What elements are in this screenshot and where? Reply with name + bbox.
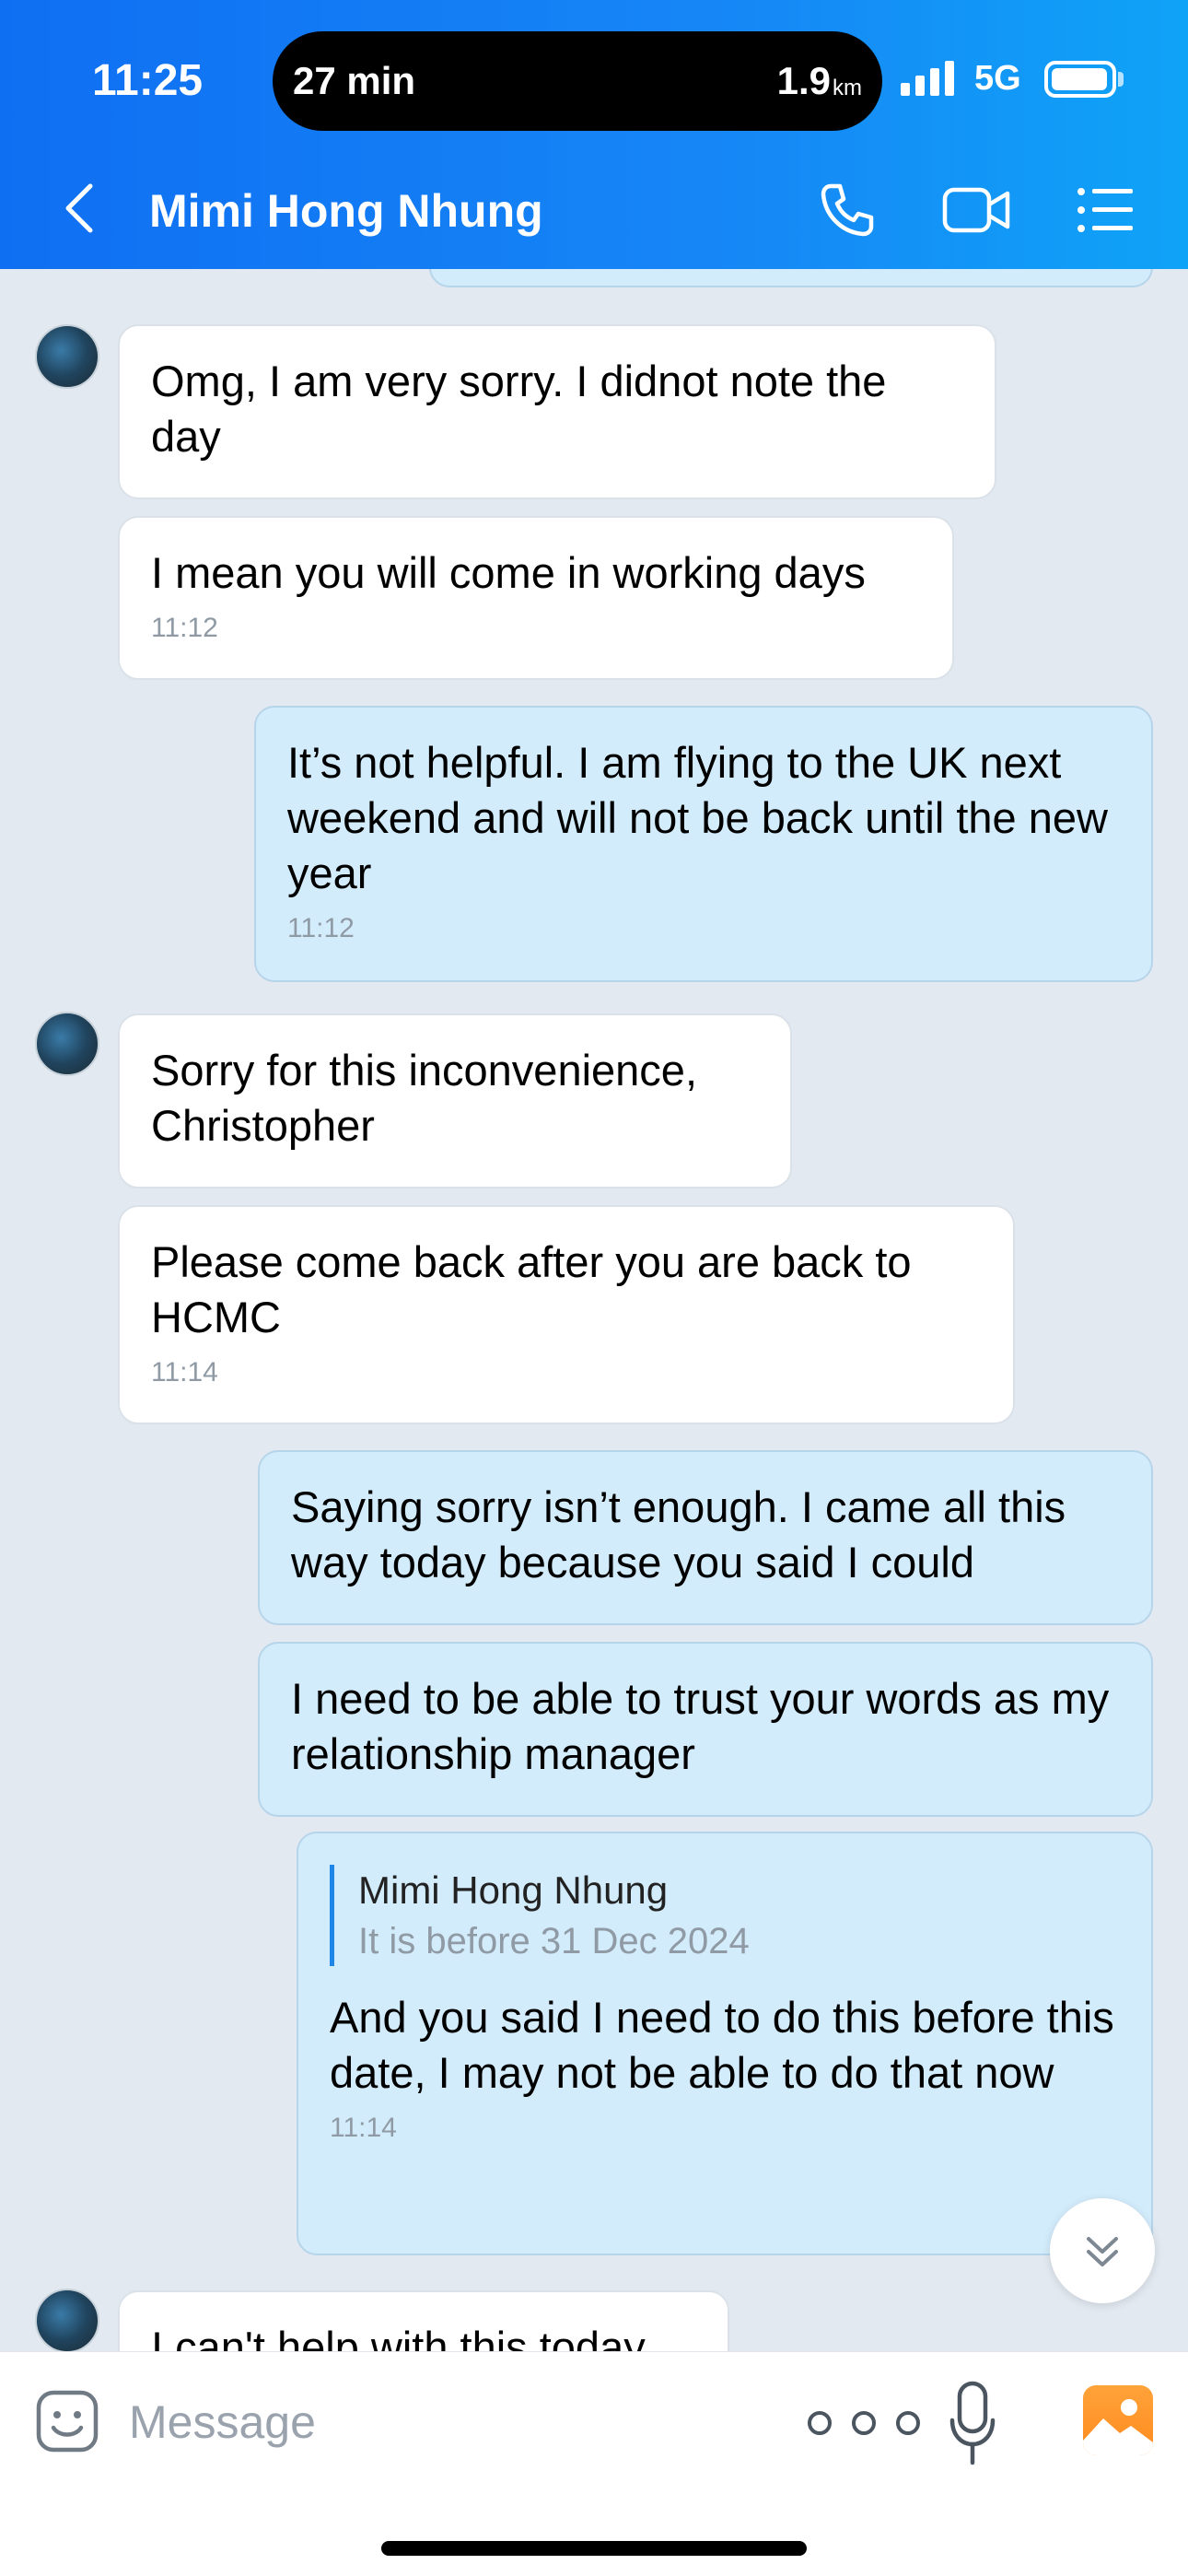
call-icon[interactable]: [818, 181, 877, 240]
message-text: Omg, I am very sorry. I didnot note the …: [151, 357, 887, 461]
quoted-message[interactable]: Mimi Hong Nhung It is before 31 Dec 2024: [330, 1865, 1120, 1966]
message-text: Sorry for this inconvenience, Christophe…: [151, 1046, 698, 1150]
quote-text: It is before 31 Dec 2024: [358, 1921, 750, 1961]
message-input[interactable]: [129, 2393, 681, 2452]
header: 11:25 27 min 1.9 km 5G Mimi Hong Nhung: [0, 0, 1188, 269]
double-chevron-down-icon: [1087, 2237, 1118, 2266]
incoming-message: I mean you will come in working days 11:…: [118, 516, 954, 680]
battery-icon: [1044, 61, 1116, 98]
sticker-icon[interactable]: [35, 2389, 99, 2453]
message-text: I need to be able to trust your words as…: [291, 1674, 1110, 1778]
more-options-icon[interactable]: [803, 2409, 925, 2437]
back-icon[interactable]: [57, 181, 103, 236]
dynamic-island: 27 min 1.9 km: [273, 31, 882, 131]
message-text: I mean you will come in working days: [151, 548, 866, 597]
island-distance: 1.9: [776, 59, 831, 102]
scroll-to-bottom-button[interactable]: [1050, 2198, 1155, 2303]
video-call-icon[interactable]: [941, 182, 1011, 238]
signal-icon: [901, 61, 954, 96]
quote-author: Mimi Hong Nhung: [358, 1868, 669, 1912]
network-type: 5G: [974, 59, 1021, 98]
message-text: It’s not helpful. I am flying to the UK …: [287, 738, 1108, 897]
message-time: 11:12: [287, 913, 355, 943]
incoming-message: Sorry for this inconvenience, Christophe…: [118, 1013, 792, 1188]
previous-message: [429, 269, 1153, 287]
microphone-icon[interactable]: [949, 2380, 996, 2468]
outgoing-message: It’s not helpful. I am flying to the UK …: [254, 706, 1153, 982]
incoming-message: Omg, I am very sorry. I didnot note the …: [118, 324, 996, 499]
incoming-message: I can't help with this today: [118, 2290, 729, 2351]
chat-title[interactable]: Mimi Hong Nhung: [149, 184, 543, 238]
island-unit: km: [833, 76, 862, 100]
avatar[interactable]: [35, 2289, 99, 2351]
message-text: Saying sorry isn’t enough. I came all th…: [291, 1482, 1066, 1587]
menu-icon[interactable]: [1076, 184, 1135, 236]
message-text: Please come back after you are back to H…: [151, 1237, 912, 1341]
outgoing-message: I need to be able to trust your words as…: [258, 1642, 1153, 1817]
chat-area[interactable]: Omg, I am very sorry. I didnot note the …: [0, 269, 1188, 2351]
home-indicator: [381, 2541, 807, 2556]
island-duration: 27 min: [293, 59, 416, 102]
incoming-message: Please come back after you are back to H…: [118, 1205, 1015, 1424]
message-time: 11:14: [151, 1357, 218, 1388]
message-time: 11:12: [151, 613, 218, 643]
outgoing-message: Saying sorry isn’t enough. I came all th…: [258, 1450, 1153, 1625]
avatar[interactable]: [35, 324, 99, 389]
photo-icon[interactable]: [1083, 2385, 1153, 2455]
message-text: And you said I need to do this before th…: [330, 1993, 1114, 2097]
message-time: 11:14: [330, 2113, 397, 2143]
avatar[interactable]: [35, 1012, 99, 1076]
outgoing-message-with-quote: Mimi Hong Nhung It is before 31 Dec 2024…: [297, 1832, 1153, 2255]
message-text: I can't help with this today: [151, 2323, 646, 2351]
status-time: 11:25: [92, 56, 204, 105]
